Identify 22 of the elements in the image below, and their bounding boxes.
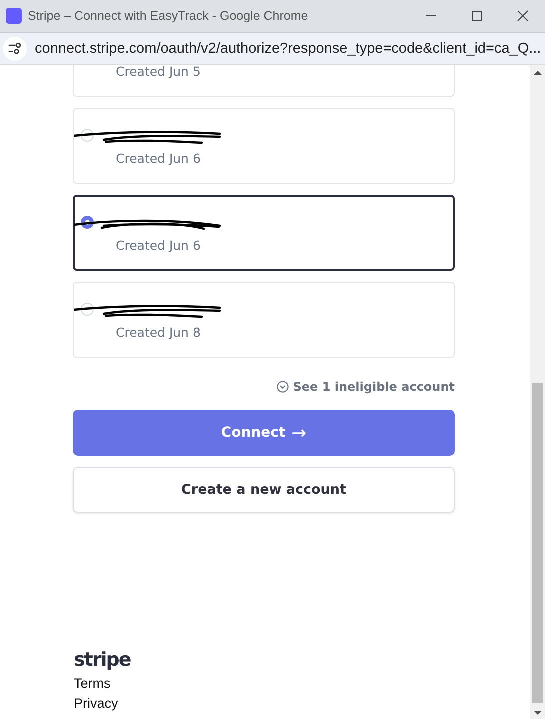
- account-option[interactable]: Created Jun 8: [73, 282, 455, 358]
- account-option[interactable]: Created Jun 6: [73, 195, 455, 271]
- account-option[interactable]: Created Jun 6: [73, 108, 455, 184]
- site-settings-icon[interactable]: [3, 36, 27, 60]
- stripe-logo: stripe: [74, 649, 131, 671]
- account-option[interactable]: Created Jun 5: [73, 65, 455, 97]
- window-title: Stripe – Connect with EasyTrack - Google Chrome: [28, 9, 310, 23]
- arrow-icon: →: [292, 422, 307, 444]
- footer-link[interactable]: Privacy: [74, 694, 118, 714]
- connect-button[interactable]: Connect →: [73, 410, 455, 456]
- stripe-app-icon: [6, 8, 22, 24]
- scrollbar[interactable]: [530, 65, 545, 719]
- ineligible-accounts-link[interactable]: See 1 ineligible account: [277, 380, 455, 394]
- chevron-down-icon: [277, 381, 290, 393]
- created-date: Created Jun 6: [115, 238, 202, 253]
- created-date: Created Jun 6: [115, 151, 202, 166]
- created-date: Created Jun 5: [115, 65, 202, 79]
- close-icon[interactable]: [517, 10, 529, 22]
- footer-link[interactable]: Terms: [74, 674, 111, 694]
- create-account-button[interactable]: Create a new account: [73, 467, 455, 513]
- created-date: Created Jun 8: [115, 325, 202, 340]
- maximize-icon[interactable]: [471, 10, 483, 22]
